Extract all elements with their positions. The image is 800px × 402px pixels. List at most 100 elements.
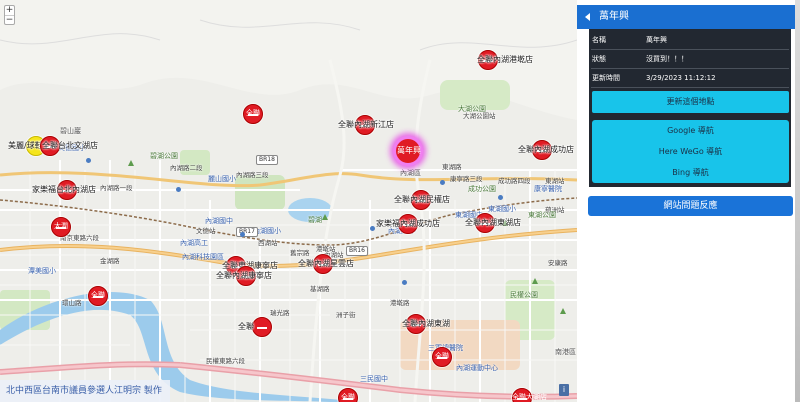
store-marker-label: 全聯內湖新江店: [338, 120, 394, 129]
info-key: 狀態: [592, 55, 606, 63]
poi-icon: [498, 195, 503, 200]
zoom-in-button[interactable]: +: [5, 6, 14, 15]
store-marker-label: 全聯大湖店: [512, 393, 547, 401]
map-label-place: 內湖運動中心: [456, 364, 498, 372]
map-label-place: 成功公園: [468, 185, 496, 193]
zoom-control: + −: [4, 5, 15, 25]
store-marker[interactable]: [252, 317, 272, 337]
map-label-road: 民權東路六段: [206, 357, 245, 365]
map-label-place: 內湖科技園區: [182, 253, 224, 261]
map-label-station: 西湖站: [258, 239, 278, 247]
store-marker-label: 全聯: [341, 393, 355, 401]
map-label-road: 內湖路二段: [170, 164, 203, 172]
store-marker-label: 全聯: [238, 322, 254, 331]
back-arrow-icon[interactable]: [585, 13, 590, 21]
map-label-place: 三民國中: [360, 375, 388, 383]
map-label-place: 東湖公園: [528, 211, 556, 219]
map-label-place: 碧湖: [308, 216, 322, 224]
store-marker-label: 全聯: [246, 109, 260, 117]
info-key: 更新時間: [592, 74, 620, 82]
map-label-station: 大湖公園站: [463, 112, 496, 120]
store-marker-label: 美麗/球鞋: [8, 141, 43, 150]
info-row-status: 狀態 沒買到！！！: [589, 50, 791, 68]
park-icon: [532, 278, 538, 284]
map-label-road: 洲子街: [336, 311, 356, 319]
poi-icon: [86, 158, 91, 163]
map-label-place: 內湖區: [400, 169, 421, 177]
side-panel: 萬年興 名稱 萬年興 狀態 沒買到！！！ 更新時間 3/29/2023 11:1…: [577, 0, 800, 402]
navigation-group: Google 導航 Here WeGo 導航 Bing 導航: [592, 120, 789, 183]
google-navigation-button[interactable]: Google 導航: [592, 120, 789, 141]
map-label-place: 南港區: [555, 348, 576, 356]
panel-title: 萬年興: [599, 11, 629, 22]
map-label-road: 安康路: [548, 259, 568, 267]
map-label-road: 內湖路一段: [100, 184, 133, 192]
report-issue-button[interactable]: 網站問題反應: [588, 196, 793, 216]
store-marker-label: 全聯內湖康寧店: [216, 271, 272, 280]
map-label-place: 東湖國小: [488, 205, 516, 213]
store-marker-label: 全聯內湖星雲店: [298, 259, 354, 268]
info-button[interactable]: i: [559, 384, 569, 396]
scrollbar[interactable]: [795, 0, 800, 402]
poi-icon: [402, 280, 407, 285]
store-marker-label: 全聯內湖東湖: [402, 319, 450, 328]
store-marker-label: 全聯: [91, 291, 105, 299]
app-root: 碧山巖 文德國小 碧湖公園 內湖區 內湖國中 內湖科技園區 潭美國小 成功公園 …: [0, 0, 800, 402]
map-label-station: 港墘站: [316, 245, 336, 253]
park-icon: [128, 160, 134, 166]
info-row-updated: 更新時間 3/29/2023 11:12:12: [589, 69, 791, 87]
info-row-name: 名稱 萬年興: [589, 31, 791, 49]
map-label-road: 舊宗路: [290, 249, 310, 257]
poi-icon: [176, 187, 181, 192]
map-view[interactable]: 碧山巖 文德國小 碧湖公園 內湖區 內湖國中 內湖科技園區 潭美國小 成功公園 …: [0, 0, 577, 402]
poi-icon: [240, 232, 245, 237]
map-label-place: 麗山國小: [208, 175, 236, 183]
store-marker-label: 全聯內湖東湖店: [465, 218, 521, 227]
map-label-place: 碧山巖: [60, 127, 81, 135]
map-label-place: 潭美國小: [28, 267, 56, 275]
map-label-station: 文德站: [196, 227, 216, 235]
park-icon: [560, 308, 566, 314]
poi-icon: [440, 180, 445, 185]
map-label-road: 瑞光路: [270, 309, 290, 317]
map-label-place: 民權公園: [510, 291, 538, 299]
map-label-road: 金湖路: [100, 257, 120, 265]
map-label-road: 康寧路三段: [450, 175, 483, 183]
info-value: 沒買到！！！: [646, 55, 688, 63]
herewego-navigation-button[interactable]: Here WeGo 導航: [592, 141, 789, 162]
store-marker-label: 家樂福內湖成功店: [376, 219, 440, 228]
map-label-road: 內湖路三段: [236, 171, 269, 179]
poi-icon: [370, 226, 375, 231]
selected-store-marker-label: 萬年興: [397, 146, 421, 155]
map-credit: 北中西區台南市議員參選人江明宗 製作: [0, 380, 170, 402]
map-label-road: 成功路四段: [498, 177, 531, 185]
store-info-box: 名稱 萬年興 狀態 沒買到！！！ 更新時間 3/29/2023 11:12:12…: [589, 29, 791, 187]
map-label-road: 港墘路: [390, 299, 410, 307]
park-icon: [322, 214, 328, 220]
map-label-station: 東湖站: [545, 177, 565, 185]
metro-station-badge: BR16: [346, 246, 368, 256]
store-marker-label: 全聯: [435, 352, 449, 360]
store-marker-label: 大潤: [54, 222, 68, 230]
zoom-out-button[interactable]: −: [5, 15, 14, 25]
store-marker-label: 全聯台北文湖店: [42, 141, 98, 150]
store-marker-label: 全聯內湖成功店: [518, 145, 574, 154]
store-marker-label: 全聯內湖民權店: [394, 195, 450, 204]
bing-navigation-button[interactable]: Bing 導航: [592, 162, 789, 183]
map-label-road: 東湖路: [442, 163, 462, 171]
divider: [591, 87, 789, 88]
info-key: 名稱: [592, 36, 606, 44]
store-marker-label: 家樂福台北內湖店: [32, 185, 96, 194]
update-location-button[interactable]: 更新這個地點: [592, 91, 789, 113]
map-label-place: 碧湖公園: [150, 152, 178, 160]
info-value: 3/29/2023 11:12:12: [646, 74, 716, 82]
store-marker-label: 全聯內湖港墘店: [477, 55, 533, 64]
map-label-place: 康寧醫院: [534, 185, 562, 193]
map-label-road: 基湖路: [310, 285, 330, 293]
map-label-road: 環山路: [62, 299, 82, 307]
panel-header[interactable]: 萬年興: [577, 5, 800, 29]
map-label-place: 內湖高工: [180, 239, 208, 247]
metro-station-badge: BR18: [256, 155, 278, 165]
map-label-place: 內湖國中: [205, 217, 233, 225]
info-value: 萬年興: [646, 36, 667, 44]
